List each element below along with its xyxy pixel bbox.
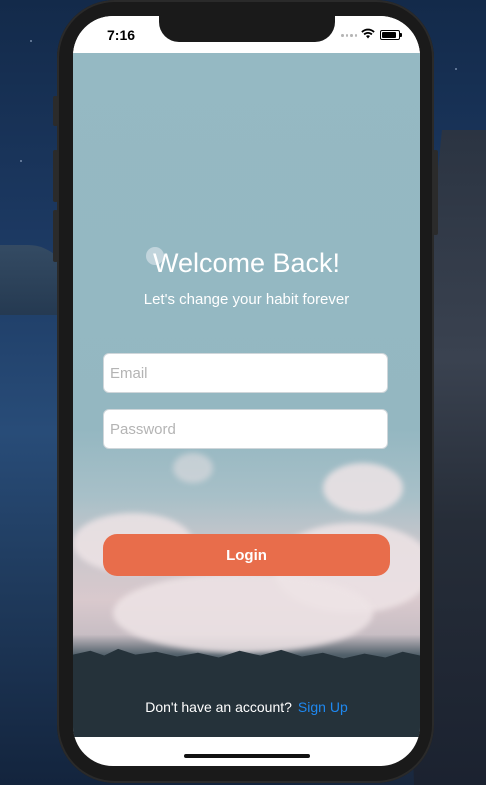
cloud xyxy=(323,463,403,513)
signup-prompt: Don't have an account? xyxy=(145,699,292,715)
star xyxy=(30,40,32,42)
password-field[interactable] xyxy=(103,409,388,449)
signup-row: Don't have an account? Sign Up xyxy=(73,699,420,715)
phone-frame: 7:16 Welcome Back! Let's change your hab… xyxy=(53,0,438,783)
wifi-icon xyxy=(361,28,375,39)
star xyxy=(455,68,457,70)
home-indicator[interactable] xyxy=(184,754,310,758)
power-button xyxy=(433,150,438,235)
volume-down-button xyxy=(53,210,58,262)
login-screen: Welcome Back! Let's change your habit fo… xyxy=(73,53,420,737)
cloud xyxy=(173,453,213,483)
email-field[interactable] xyxy=(103,353,388,393)
status-time: 7:16 xyxy=(107,27,136,43)
welcome-title: Welcome Back! xyxy=(152,248,341,278)
signup-link[interactable]: Sign Up xyxy=(298,699,348,715)
cloud xyxy=(113,573,373,653)
notch xyxy=(159,16,335,42)
login-button[interactable]: Login xyxy=(103,534,390,576)
tree-line xyxy=(73,648,420,737)
star xyxy=(20,160,22,162)
mute-switch xyxy=(53,96,58,126)
volume-up-button xyxy=(53,150,58,202)
battery-icon xyxy=(380,30,402,40)
welcome-subtitle: Let's change your habit forever xyxy=(143,291,350,308)
signal-icon xyxy=(341,34,357,38)
phone-screen: 7:16 Welcome Back! Let's change your hab… xyxy=(73,16,420,766)
